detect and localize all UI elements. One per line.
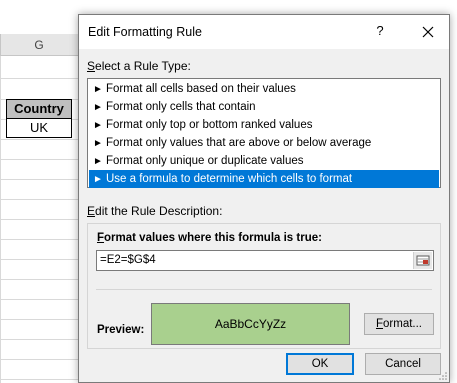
resize-grip-icon[interactable] — [438, 371, 448, 381]
help-button[interactable]: ? — [371, 23, 389, 41]
gridline — [0, 339, 78, 340]
select-rule-type-label: Select a Rule Type: — [87, 59, 191, 73]
gridline — [0, 259, 78, 260]
gridline — [0, 239, 78, 240]
preview-sample: AaBbCcYyZz — [151, 303, 350, 345]
range-selector-icon — [416, 255, 430, 266]
arrow-right-icon: ► — [93, 120, 103, 131]
close-icon — [422, 26, 434, 38]
gridline — [0, 379, 78, 380]
formula-input[interactable]: =E2=$G$4 — [96, 250, 434, 271]
cell-country-header[interactable]: Country — [6, 99, 72, 119]
rule-type-item[interactable]: ► Format only values that are above or be… — [89, 134, 439, 152]
cell-uk-value[interactable]: UK — [6, 119, 72, 138]
gridline — [0, 219, 78, 220]
dialog-title: Edit Formatting Rule — [88, 25, 202, 39]
gridline — [0, 78, 78, 79]
rule-type-item[interactable]: ► Format all cells based on their values — [89, 80, 439, 98]
format-button[interactable]: Format... — [364, 313, 434, 335]
edit-rule-description-label: Edit the Rule Description: — [87, 204, 223, 218]
gridline — [0, 279, 78, 280]
rule-type-item[interactable]: ► Format only top or bottom ranked values — [89, 116, 439, 134]
gridline — [0, 139, 78, 140]
column-separator — [0, 34, 1, 56]
formula-label: Format values where this formula is true… — [97, 232, 322, 244]
gridline — [0, 319, 78, 320]
rule-type-item[interactable]: ► Format only cells that contain — [89, 98, 439, 116]
rule-type-list[interactable]: ► Format all cells based on their values … — [87, 78, 441, 188]
column-header-row: G — [0, 34, 78, 56]
arrow-right-icon: ► — [93, 138, 103, 149]
arrow-right-icon: ► — [93, 84, 103, 95]
gridline — [0, 179, 78, 180]
column-header-g[interactable]: G — [0, 38, 78, 52]
arrow-right-icon: ► — [93, 102, 103, 113]
rule-type-item[interactable]: ► Format only unique or duplicate values — [89, 152, 439, 170]
gridline — [0, 199, 78, 200]
preview-label: Preview: — [97, 324, 145, 336]
close-button[interactable] — [417, 21, 439, 43]
gridline — [0, 359, 78, 360]
description-divider — [96, 289, 432, 290]
gridline — [0, 159, 78, 160]
arrow-right-icon: ► — [93, 156, 103, 167]
edit-formatting-rule-dialog: Edit Formatting Rule ? Select a Rule Typ… — [78, 14, 450, 383]
rule-description-panel: Format values where this formula is true… — [87, 223, 441, 349]
dialog-titlebar[interactable]: Edit Formatting Rule ? — [79, 15, 449, 49]
rule-type-item-selected[interactable]: ► Use a formula to determine which cells … — [89, 170, 439, 188]
collapse-dialog-button[interactable] — [413, 252, 432, 269]
ok-button[interactable]: OK — [286, 353, 354, 375]
arrow-right-icon: ► — [93, 174, 103, 185]
gridline — [0, 299, 78, 300]
formula-value: =E2=$G$4 — [100, 254, 156, 266]
cancel-button[interactable]: Cancel — [365, 353, 441, 375]
